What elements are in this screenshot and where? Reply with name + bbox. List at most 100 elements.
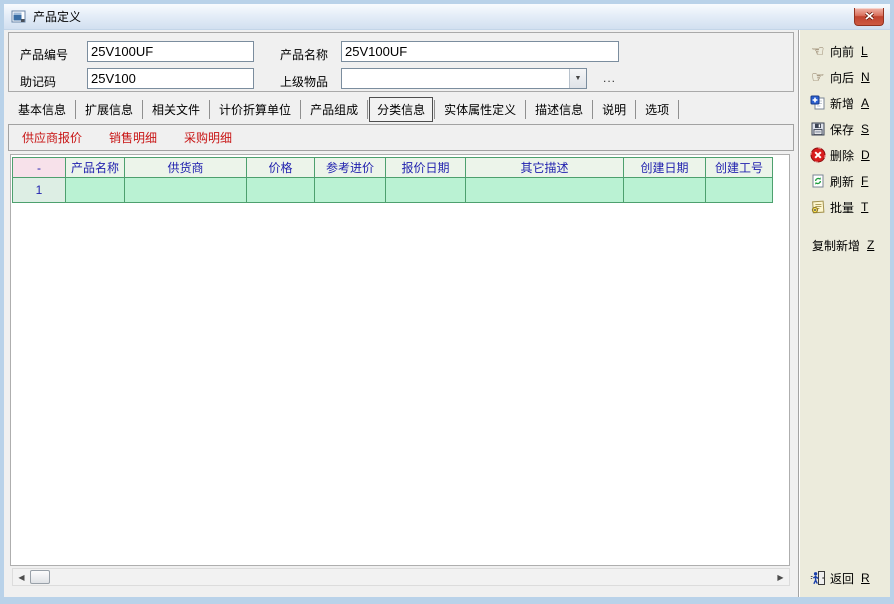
action-sidebar: ☜ 向前 L ☞ 向后N 新增 A (798, 30, 890, 597)
save-label: 保存 (830, 121, 854, 138)
cell-ref-purchase-price[interactable] (315, 178, 386, 203)
column-header-ref-purchase-price[interactable]: 参考进价 (315, 158, 386, 178)
parent-item-label: 上级物品 (280, 73, 328, 90)
refresh-key: F (861, 174, 868, 188)
chevron-down-icon[interactable]: ▼ (569, 69, 586, 88)
batch-button[interactable]: 批量 T (799, 194, 890, 220)
tab-separator (678, 100, 679, 119)
tab-strip: 基本信息 扩展信息 相关文件 计价折算单位 产品组成 分类信息 实体属性定义 描… (10, 96, 796, 122)
hand-left-icon: ☜ (810, 43, 826, 59)
save-button[interactable]: 保存 S (799, 116, 890, 142)
batch-label: 批量 (830, 199, 854, 216)
parent-item-more-button[interactable]: ... (603, 71, 616, 85)
delete-button[interactable]: 删除 D (799, 142, 890, 168)
column-header-price[interactable]: 价格 (247, 158, 315, 178)
tab-options[interactable]: 选项 (637, 97, 677, 122)
tab-classification-info[interactable]: 分类信息 (369, 97, 433, 122)
column-header-product-name[interactable]: 产品名称 (66, 158, 125, 178)
backward-key: N (861, 70, 870, 84)
forward-label: 向前 (830, 43, 854, 60)
copy-new-label: 复制新增 (812, 237, 860, 254)
row-number-cell[interactable]: 1 (13, 178, 66, 203)
main-area: 产品编号 产品名称 助记码 上级物品 ▼ ... 基本信息 扩展信息 相关文 (4, 30, 798, 597)
cell-product-name[interactable] (66, 178, 125, 203)
scroll-right-icon[interactable]: ▶ (772, 569, 789, 585)
refresh-label: 刷新 (830, 173, 854, 190)
cell-create-worker-id[interactable] (706, 178, 773, 203)
tab-basic-info[interactable]: 基本信息 (10, 97, 74, 122)
close-button[interactable] (854, 8, 884, 26)
hand-right-icon: ☞ (810, 69, 826, 85)
tab-separator (209, 100, 210, 119)
dialog-content: 产品编号 产品名称 助记码 上级物品 ▼ ... 基本信息 扩展信息 相关文 (4, 30, 890, 597)
tab-separator (300, 100, 301, 119)
forward-button[interactable]: ☜ 向前 L (799, 38, 890, 64)
forward-key: L (861, 44, 868, 58)
copy-new-key: Z (867, 238, 874, 252)
tab-separator (142, 100, 143, 119)
mnemonic-input[interactable] (87, 68, 254, 89)
tab-entity-attribute-definition[interactable]: 实体属性定义 (436, 97, 524, 122)
product-name-input[interactable] (341, 41, 619, 62)
parent-item-combobox[interactable]: ▼ (341, 68, 587, 89)
delete-icon (810, 147, 826, 163)
tab-product-composition[interactable]: 产品组成 (302, 97, 366, 122)
mnemonic-label: 助记码 (20, 73, 56, 90)
titlebar[interactable]: 产品定义 (4, 4, 890, 30)
column-header-supplier[interactable]: 供货商 (125, 158, 247, 178)
cell-other-description[interactable] (466, 178, 624, 203)
subtab-supplier-quote[interactable]: 供应商报价 (22, 129, 82, 146)
save-key: S (861, 122, 869, 136)
close-icon (864, 12, 875, 21)
tab-related-files[interactable]: 相关文件 (144, 97, 208, 122)
parent-item-input[interactable] (342, 69, 569, 88)
cell-create-date[interactable] (624, 178, 706, 203)
cell-quote-date[interactable] (386, 178, 466, 203)
subtab-purchase-detail[interactable]: 采购明细 (184, 129, 232, 146)
return-label: 返回 (830, 570, 854, 587)
window-title: 产品定义 (33, 8, 81, 25)
supplier-quote-grid-panel: - 产品名称 供货商 价格 参考进价 报价日期 其它描述 创建日期 创建工号 (10, 154, 790, 566)
tab-notes[interactable]: 说明 (594, 97, 634, 122)
batch-key: T (861, 200, 868, 214)
tab-separator (434, 100, 435, 119)
return-key: R (861, 571, 870, 585)
tab-description-info[interactable]: 描述信息 (527, 97, 591, 122)
column-header-create-worker-id[interactable]: 创建工号 (706, 158, 773, 178)
sidebar-button-list: ☜ 向前 L ☞ 向后N 新增 A (799, 30, 890, 258)
column-header-rowmark[interactable]: - (13, 158, 66, 178)
cell-supplier[interactable] (125, 178, 247, 203)
tab-separator (592, 100, 593, 119)
tab-separator (367, 100, 368, 119)
cell-price[interactable] (247, 178, 315, 203)
new-key: A (861, 96, 869, 110)
scrollbar-thumb[interactable] (30, 570, 50, 584)
exit-door-icon (810, 570, 826, 586)
subtab-sales-detail[interactable]: 销售明细 (109, 129, 157, 146)
delete-label: 删除 (830, 147, 854, 164)
tab-separator (75, 100, 76, 119)
product-name-label: 产品名称 (280, 46, 328, 63)
form-window-icon (11, 9, 27, 25)
header-row: - 产品名称 供货商 价格 参考进价 报价日期 其它描述 创建日期 创建工号 (13, 158, 773, 178)
horizontal-scrollbar[interactable]: ◀ ▶ (12, 568, 790, 586)
subtab-bar: 供应商报价 销售明细 采购明细 (8, 124, 794, 151)
new-label: 新增 (830, 95, 854, 112)
delete-key: D (861, 148, 870, 162)
tab-extended-info[interactable]: 扩展信息 (77, 97, 141, 122)
table-row[interactable]: 1 (13, 178, 773, 203)
new-record-icon (810, 95, 826, 111)
tab-pricing-conversion-unit[interactable]: 计价折算单位 (211, 97, 299, 122)
column-header-create-date[interactable]: 创建日期 (624, 158, 706, 178)
new-button[interactable]: 新增 A (799, 90, 890, 116)
return-button[interactable]: 返回 R (799, 565, 890, 591)
batch-note-icon (810, 199, 826, 215)
refresh-button[interactable]: 刷新 F (799, 168, 890, 194)
backward-button[interactable]: ☞ 向后N (799, 64, 890, 90)
product-code-input[interactable] (87, 41, 254, 62)
scroll-left-icon[interactable]: ◀ (13, 569, 30, 585)
column-header-quote-date[interactable]: 报价日期 (386, 158, 466, 178)
column-header-other-description[interactable]: 其它描述 (466, 158, 624, 178)
product-definition-window: 产品定义 产品编号 产品名称 助记码 上级物品 ▼ (0, 0, 894, 604)
copy-new-button[interactable]: 复制新增 Z (799, 232, 890, 258)
